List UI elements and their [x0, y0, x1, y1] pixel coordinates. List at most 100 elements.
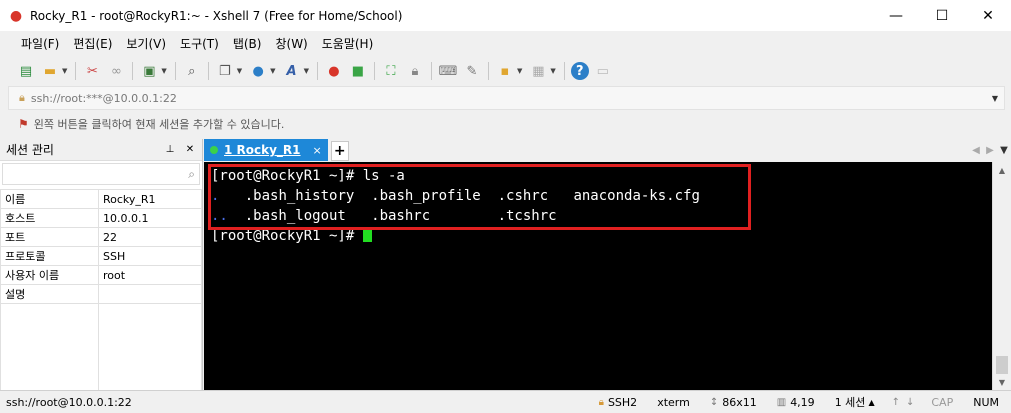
lock-icon[interactable]: 🔒︎: [405, 61, 425, 81]
add-pane-dropdown-icon[interactable]: ▼: [517, 67, 522, 75]
help-icon[interactable]: ?: [570, 62, 589, 80]
property-key: 설명: [0, 284, 99, 304]
property-value: root: [98, 265, 202, 285]
session-search-input[interactable]: [3, 165, 189, 183]
xshell-logo-icon[interactable]: ●: [324, 61, 344, 81]
terminal-scrollbar[interactable]: ▲ ▼: [992, 162, 1011, 390]
menu-bar: 파일(F) 편집(E) 보기(V) 도구(T) 탭(B) 창(W) 도움말(H): [0, 31, 1011, 57]
reconnect-icon[interactable]: ∞: [106, 61, 126, 81]
add-tab-button[interactable]: +: [330, 141, 349, 161]
property-value: 10.0.0.1: [98, 208, 202, 228]
xftp-icon[interactable]: ■: [348, 61, 368, 81]
menu-edit[interactable]: 편집(E): [66, 33, 119, 55]
tab-next-icon[interactable]: ▶: [983, 145, 997, 156]
terminal-line: [root@RockyR1 ~]# ls -a: [211, 166, 992, 186]
disconnect-icon[interactable]: ✂: [82, 61, 102, 81]
fullscreen-icon[interactable]: ⛶: [381, 61, 401, 81]
tab-list-icon[interactable]: ▼: [997, 145, 1011, 156]
tab-prev-icon[interactable]: ◀: [969, 145, 983, 156]
term-text: xterm: [657, 395, 690, 409]
status-sessions[interactable]: 1 세션 ▲: [825, 394, 885, 410]
window-title: Rocky_R1 - root@RockyR1:~ - Xshell 7 (Fr…: [30, 8, 403, 23]
toolbar: ▤ ▬ ▼ ✂ ∞ ▣ ▼ ⌕ ❐ ▼ ● ▼ A ▼ ● ■ ⛶ 🔒︎ ⌨ ✎…: [0, 57, 1011, 85]
open-dropdown-icon[interactable]: ▼: [62, 67, 67, 75]
menu-file[interactable]: 파일(F): [14, 33, 66, 55]
nav-down-icon[interactable]: ↓: [906, 397, 914, 408]
globe-dropdown-icon[interactable]: ▼: [270, 67, 275, 75]
address-dropdown-icon[interactable]: ▼: [992, 94, 998, 103]
search-icon[interactable]: ⌕: [188, 167, 195, 182]
properties-dropdown-icon[interactable]: ▼: [161, 67, 166, 75]
tab-close-icon[interactable]: ×: [313, 144, 322, 157]
font-dropdown-icon[interactable]: ▼: [304, 67, 309, 75]
compose-icon[interactable]: ✎: [462, 61, 482, 81]
tab-rocky-r1[interactable]: 1 Rocky_R1 ×: [204, 139, 328, 161]
lock-icon: 🔒︎: [598, 396, 604, 408]
property-value: [98, 284, 202, 304]
session-panel-header: 세션 관리 ⊥ ✕: [0, 139, 202, 161]
size-text: 86x11: [722, 395, 757, 409]
status-term: xterm: [647, 396, 700, 409]
resize-icon: ↕: [709, 396, 719, 408]
toolbar-separator: [316, 62, 318, 80]
table-row[interactable]: 설명: [0, 284, 202, 304]
session-search[interactable]: ⌕: [2, 163, 200, 185]
menu-tools[interactable]: 도구(T): [173, 33, 226, 55]
prompt: [root@RockyR1 ~]#: [211, 168, 363, 184]
scroll-up-icon[interactable]: ▲: [993, 162, 1011, 178]
table-row[interactable]: 이름 Rocky_R1: [0, 189, 202, 209]
table-row: [0, 303, 202, 392]
add-pane-icon[interactable]: ▪: [495, 61, 515, 81]
status-bar: ssh://root@10.0.0.1:22 🔒︎ SSH2 xterm ↕ 86x…: [0, 390, 1011, 413]
panel-close-icon[interactable]: ✕: [182, 144, 198, 155]
find-icon[interactable]: ⌕: [182, 61, 202, 81]
copy-icon[interactable]: ❐: [215, 61, 235, 81]
menu-tab[interactable]: 탭(B): [226, 33, 269, 55]
property-value: SSH: [98, 246, 202, 266]
nav-up-icon[interactable]: ↑: [892, 397, 900, 408]
hint-text: 왼쪽 버튼을 클릭하여 현재 세션을 추가할 수 있습니다.: [33, 118, 285, 131]
cursor-pos-icon: ▥: [776, 396, 787, 408]
maximize-button[interactable]: ☐: [919, 0, 965, 31]
status-size: ↕ 86x11: [700, 396, 767, 409]
session-properties-table: 이름 Rocky_R1 호스트 10.0.0.1 포트 22 프로토콜 SSH …: [0, 189, 202, 392]
terminal-screen[interactable]: [root@RockyR1 ~]# ls -a . .bash_history …: [204, 162, 992, 390]
table-row[interactable]: 호스트 10.0.0.1: [0, 208, 202, 228]
globe-icon[interactable]: ●: [248, 61, 268, 81]
property-key: 사용자 이름: [0, 265, 99, 285]
layout-icon[interactable]: ▦: [528, 61, 548, 81]
sessions-text: 1 세션: [834, 396, 866, 409]
tab-navigation: ◀ ▶ ▼: [969, 139, 1011, 161]
toolbar-separator: [207, 62, 209, 80]
scroll-thumb[interactable]: [996, 356, 1008, 374]
status-address: ssh://root@10.0.0.1:22: [6, 395, 132, 409]
file-entries: .bash_logout .bashrc .tcshrc: [227, 208, 557, 224]
prompt: [root@RockyR1 ~]#: [211, 228, 363, 244]
terminal-line: .. .bash_logout .bashrc .tcshrc: [211, 206, 992, 226]
keyboard-icon[interactable]: ⌨: [438, 61, 458, 81]
bookmark-flag-icon[interactable]: ⚑: [18, 117, 29, 131]
tab-label[interactable]: 1 Rocky_R1: [224, 143, 301, 157]
copy-dropdown-icon[interactable]: ▼: [237, 67, 242, 75]
new-session-icon[interactable]: ▤: [16, 61, 36, 81]
menu-window[interactable]: 창(W): [268, 33, 314, 55]
chat-icon[interactable]: ▭: [593, 61, 613, 81]
layout-dropdown-icon[interactable]: ▼: [550, 67, 555, 75]
address-bar[interactable]: 🔒︎ ssh://root:***@10.0.0.1:22 ▼: [8, 86, 1005, 110]
table-row[interactable]: 포트 22: [0, 227, 202, 247]
open-folder-icon[interactable]: ▬: [40, 61, 60, 81]
menu-view[interactable]: 보기(V): [119, 33, 173, 55]
table-row[interactable]: 사용자 이름 root: [0, 265, 202, 285]
menu-help[interactable]: 도움말(H): [315, 33, 381, 55]
sessions-dropdown-icon[interactable]: ▲: [868, 398, 874, 407]
property-key: 프로토콜: [0, 246, 99, 266]
pin-icon[interactable]: ⊥: [162, 144, 178, 155]
scroll-down-icon[interactable]: ▼: [993, 374, 1011, 390]
close-button[interactable]: ✕: [965, 0, 1011, 31]
table-row[interactable]: 프로토콜 SSH: [0, 246, 202, 266]
address-value[interactable]: ssh://root:***@10.0.0.1:22: [31, 92, 992, 105]
font-icon[interactable]: A: [282, 61, 302, 81]
status-protocol: 🔒︎ SSH2: [589, 396, 648, 409]
properties-icon[interactable]: ▣: [139, 61, 159, 81]
minimize-button[interactable]: —: [873, 0, 919, 31]
